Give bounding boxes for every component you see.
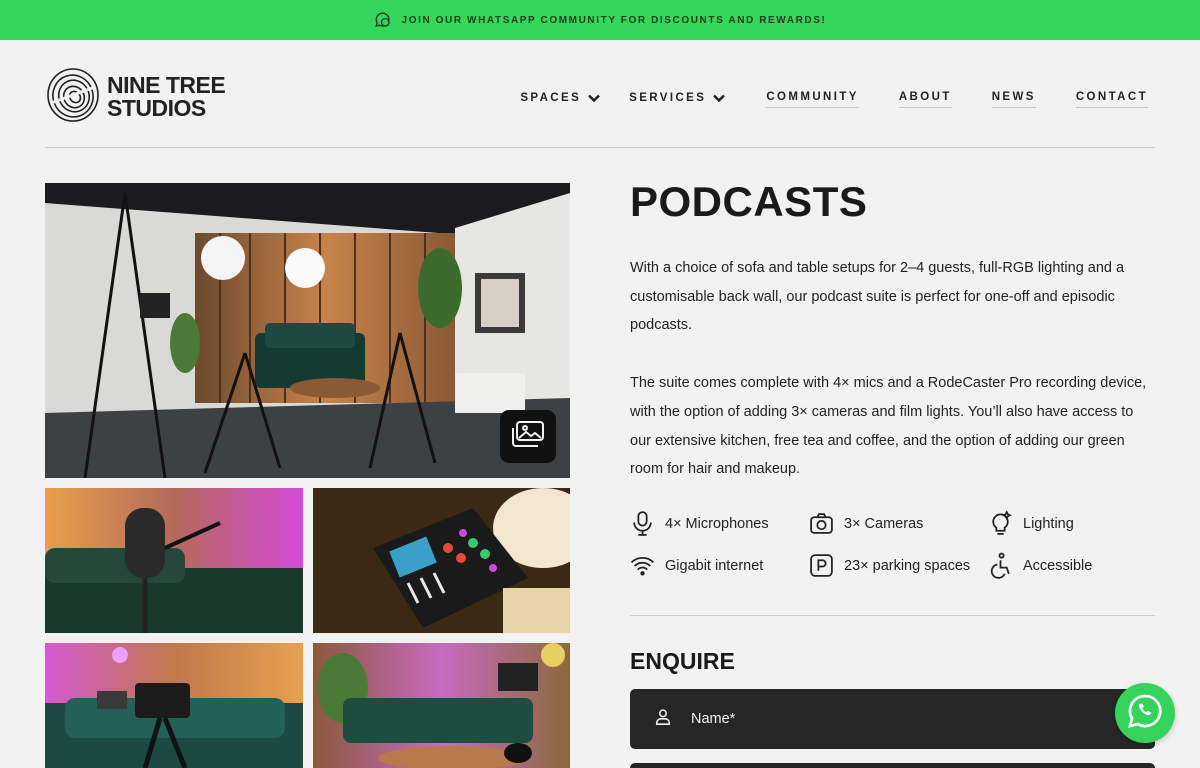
nav-community[interactable]: COMMUNITY (766, 87, 859, 108)
nav-services[interactable]: SERVICES (629, 91, 726, 105)
logo-text: NINE TREE STUDIOS (107, 72, 226, 121)
nav-spaces[interactable]: SPACES (520, 91, 601, 105)
section-divider (630, 615, 1155, 616)
podcast-studio-photo[interactable] (45, 183, 570, 478)
name-field-placeholder: Name* (691, 711, 736, 727)
nav-about[interactable]: ABOUT (898, 87, 952, 108)
feature-label: 3× Cameras (844, 515, 924, 532)
feature-label: 23× parking spaces (844, 557, 971, 574)
promo-banner[interactable]: JOIN OUR WHATSAPP COMMUNITY FOR DISCOUNT… (0, 0, 1200, 40)
feature-item: 3× Cameras (809, 510, 988, 537)
microphone-icon (630, 510, 655, 537)
enquire-heading: ENQUIRE (630, 648, 735, 674)
parking-icon (809, 553, 834, 578)
whatsapp-icon (374, 11, 392, 29)
chevron-down-icon (588, 94, 601, 102)
gallery-icon (510, 419, 546, 454)
page-title: PODCASTS (630, 178, 868, 225)
lightbulb-icon (988, 510, 1013, 537)
podcast-description: PODCASTS With a choice of sofa and table… (630, 178, 1155, 484)
camera-on-tripod-photo[interactable] (45, 643, 303, 768)
studio-sofa-photo[interactable] (313, 643, 570, 768)
description-paragraph-2: The suite comes complete with 4× mics an… (630, 375, 1147, 478)
site-logo[interactable]: NINE TREE STUDIOS (45, 67, 226, 128)
feature-item: Gigabit internet (630, 552, 809, 579)
feature-item: Lighting (988, 510, 1155, 537)
site-header: NINE TREE STUDIOS SPACES SERVICES COMMUN… (45, 40, 1155, 148)
whatsapp-icon (1125, 691, 1165, 736)
description-paragraph-1: With a choice of sofa and table setups f… (630, 260, 1125, 334)
open-gallery-button[interactable] (500, 410, 556, 463)
rodecaster-mixer-photo[interactable] (313, 488, 570, 633)
name-field[interactable]: Name* (630, 689, 1155, 749)
feature-item: 23× parking spaces (809, 552, 988, 579)
feature-item: Accessible (988, 552, 1155, 579)
next-form-field[interactable] (630, 763, 1155, 768)
nav-spaces-label: SPACES (520, 91, 582, 104)
nav-news-label: NEWS (991, 87, 1036, 108)
nav-services-label: SERVICES (629, 91, 707, 104)
nav-community-label: COMMUNITY (766, 87, 859, 108)
feature-item: 4× Microphones (630, 510, 809, 537)
feature-label: Lighting (1023, 515, 1074, 532)
promo-text[interactable]: JOIN OUR WHATSAPP COMMUNITY FOR DISCOUNT… (402, 15, 827, 26)
nav-contact[interactable]: CONTACT (1075, 87, 1148, 108)
microphone-photo[interactable] (45, 488, 303, 633)
camera-icon (809, 511, 834, 536)
chevron-down-icon (713, 94, 726, 102)
logo-line-1: NINE TREE (107, 72, 226, 98)
main-nav: SPACES SERVICES COMMUNITY ABOUT NEWS CON… (520, 87, 1148, 108)
feature-list: 4× Microphones 3× Cameras Lighting Gigab… (630, 510, 1155, 579)
wifi-icon (630, 553, 655, 578)
nav-news[interactable]: NEWS (991, 87, 1036, 108)
nav-contact-label: CONTACT (1075, 87, 1148, 108)
feature-label: Gigabit internet (665, 557, 764, 574)
accessible-icon (988, 552, 1013, 579)
user-icon (654, 708, 672, 731)
fingerprint-logo-icon (45, 67, 101, 128)
feature-label: 4× Microphones (665, 515, 769, 532)
feature-label: Accessible (1023, 557, 1093, 574)
nav-about-label: ABOUT (898, 87, 952, 108)
whatsapp-chat-button[interactable] (1115, 683, 1175, 743)
logo-line-2: STUDIOS (107, 95, 206, 121)
